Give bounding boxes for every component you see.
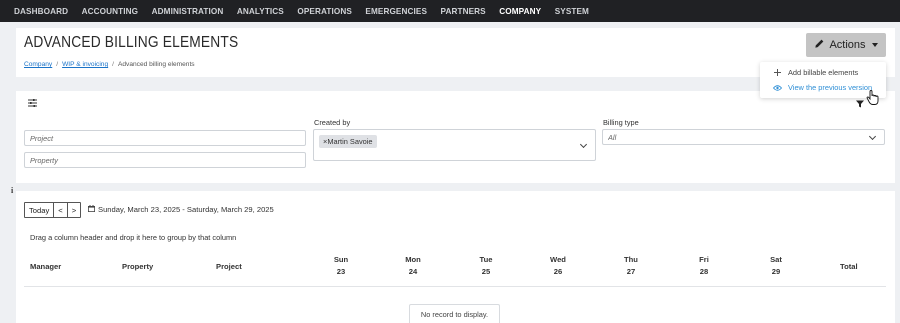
day-number: 27	[626, 267, 636, 276]
hand-cursor-icon	[866, 90, 880, 108]
prev-week-button[interactable]: <	[54, 203, 68, 217]
day-number: 26	[553, 267, 563, 276]
day-name: Wed	[550, 255, 566, 264]
column-header-thu[interactable]: Thu 27	[611, 254, 651, 278]
nav-system[interactable]: SYSTEM	[555, 7, 589, 16]
breadcrumb: Company / WIP & invoicing / Advanced billing…	[24, 61, 195, 68]
calendar-icon	[88, 205, 95, 214]
breadcrumb-current: Advanced billing elements	[117, 61, 195, 68]
empty-state: No record to display.	[409, 304, 500, 323]
column-header-manager[interactable]: Manager	[30, 262, 61, 271]
caret-down-icon	[871, 43, 878, 47]
column-header-wed[interactable]: Wed 26	[538, 254, 578, 278]
sliders-icon	[28, 99, 37, 109]
eye-icon	[772, 84, 782, 91]
billing-type-select[interactable]	[602, 129, 885, 145]
column-header-mon[interactable]: Mon 24	[393, 254, 433, 278]
property-field[interactable]	[24, 152, 306, 168]
billing-type-label: Billing type	[603, 118, 639, 127]
plus-icon	[772, 69, 782, 76]
column-header-fri[interactable]: Fri 28	[684, 254, 724, 278]
info-icon[interactable]: i	[11, 186, 13, 195]
nav-partners[interactable]: PARTNERS	[441, 7, 486, 16]
breadcrumb-separator: /	[112, 61, 114, 68]
created-by-select[interactable]: ×Martin Savoie	[313, 129, 596, 161]
header-divider	[24, 286, 886, 287]
page-title: ADVANCED BILLING ELEMENTS	[24, 34, 239, 51]
column-header-sun[interactable]: Sun 23	[321, 254, 361, 278]
menu-item-label: View the previous version	[788, 83, 873, 92]
nav-dashboard[interactable]: DASHBOARD	[14, 7, 68, 16]
breadcrumb-separator: /	[56, 61, 59, 68]
breadcrumb-wip-invoicing[interactable]: WIP & invoicing	[62, 61, 108, 68]
chevron-down-icon	[579, 140, 588, 149]
date-nav-group: Today < >	[24, 202, 82, 218]
day-number: 29	[771, 267, 781, 276]
day-name: Thu	[624, 255, 638, 264]
day-number: 24	[408, 267, 418, 276]
nav-emergencies[interactable]: EMERGENCIES	[365, 7, 427, 16]
day-number: 25	[481, 267, 491, 276]
group-by-hint: Drag a column header and drop it here to…	[30, 233, 237, 242]
day-name: Fri	[699, 255, 709, 264]
project-field[interactable]	[24, 130, 306, 146]
filter-settings-button[interactable]	[26, 98, 39, 110]
column-header-total[interactable]: Total	[840, 262, 858, 271]
project-input[interactable]	[25, 131, 305, 145]
funnel-icon[interactable]	[856, 100, 864, 110]
filter-panel: Created by ×Martin Savoie Billing type	[16, 91, 895, 183]
nav-company[interactable]: COMPANY	[499, 7, 541, 16]
actions-button[interactable]: Actions	[806, 33, 886, 57]
nav-operations[interactable]: OPERATIONS	[297, 7, 352, 16]
grid-panel: Today < > Sunday, March 23, 2025 - Satur…	[16, 191, 895, 323]
pencil-icon	[814, 38, 825, 52]
actions-label: Actions	[829, 39, 866, 51]
created-by-chip[interactable]: ×Martin Savoie	[319, 135, 377, 148]
column-header-property[interactable]: Property	[122, 262, 153, 271]
next-week-button[interactable]: >	[67, 203, 81, 217]
column-header-tue[interactable]: Tue 25	[466, 254, 506, 278]
today-button[interactable]: Today	[25, 203, 55, 217]
day-name: Tue	[479, 255, 493, 264]
menu-item-add-billable[interactable]: Add billable elements	[760, 65, 886, 80]
nav-administration[interactable]: ADMINISTRATION	[152, 7, 224, 16]
menu-item-label: Add billable elements	[788, 68, 859, 77]
date-range: Sunday, March 23, 2025 - Saturday, March…	[88, 205, 274, 214]
billing-type-input[interactable]	[603, 130, 884, 144]
date-range-text: Sunday, March 23, 2025 - Saturday, March…	[98, 205, 274, 214]
breadcrumb-company[interactable]: Company	[24, 61, 52, 68]
day-name: Sat	[770, 255, 782, 264]
day-number: 28	[699, 267, 709, 276]
column-header-project[interactable]: Project	[216, 262, 242, 271]
property-input[interactable]	[25, 153, 305, 167]
created-by-label: Created by	[314, 118, 351, 127]
top-nav: DASHBOARD ACCOUNTING ADMINISTRATION ANAL…	[0, 0, 900, 22]
nav-accounting[interactable]: ACCOUNTING	[82, 7, 139, 16]
day-name: Sun	[333, 255, 349, 264]
day-name: Mon	[405, 255, 421, 264]
nav-analytics[interactable]: ANALYTICS	[237, 7, 284, 16]
column-header-sat[interactable]: Sat 29	[756, 254, 796, 278]
day-number: 23	[336, 267, 346, 276]
